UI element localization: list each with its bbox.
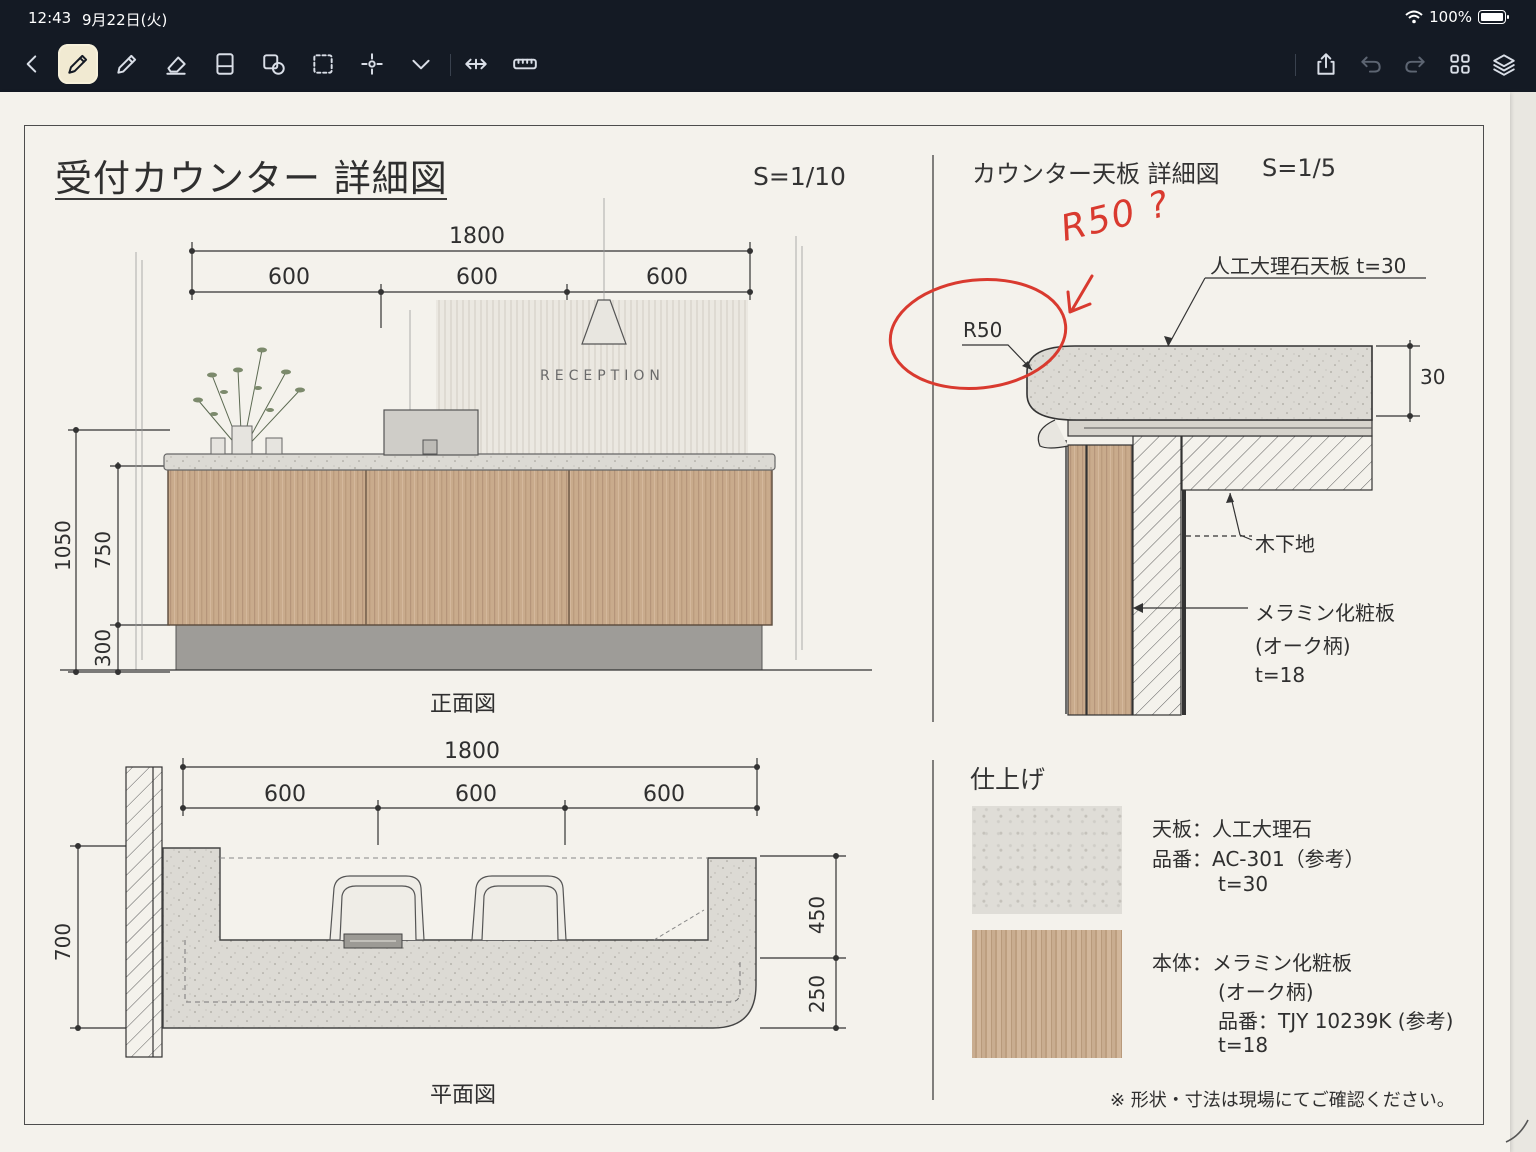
- melamine-label-1: メラミン化粧板: [1255, 601, 1395, 625]
- top-material-label: 人工大理石天板 t=30: [1210, 254, 1407, 278]
- front-dim-height-base: 300: [91, 628, 115, 668]
- finish-body-line3: 品番：TJY 10239K (参考): [1218, 1009, 1454, 1033]
- plan-dim-depth: 700: [51, 922, 75, 962]
- marble-swatch: [972, 806, 1122, 914]
- finish-heading: 仕上げ: [970, 765, 1046, 794]
- front-dim-seg1: 600: [268, 265, 310, 290]
- plan-dim-total: 1800: [444, 739, 500, 764]
- oak-swatch: [972, 930, 1122, 1058]
- radius-label: R50: [963, 318, 1003, 342]
- finish-body-line4: t=18: [1218, 1033, 1269, 1057]
- front-dim-height-total: 1050: [51, 520, 75, 571]
- plan-dim-seg2: 600: [455, 782, 497, 807]
- plan-view-label: 平面図: [430, 1083, 497, 1108]
- site-confirm-note: ※ 形状・寸法は現場にてご確認ください。: [1110, 1090, 1455, 1111]
- plan-dim-d1: 450: [805, 895, 829, 935]
- plan-dim-seg1: 600: [264, 782, 306, 807]
- wood-base-label: 木下地: [1255, 532, 1315, 556]
- front-dim-total: 1800: [449, 224, 505, 249]
- finish-top-line1: 天板：人工大理石: [1152, 817, 1312, 841]
- melamine-label-3: t=18: [1255, 663, 1306, 687]
- melamine-label-2: (オーク柄): [1255, 634, 1351, 658]
- finish-top-line2: 品番：AC-301（参考）: [1152, 847, 1365, 871]
- top-thickness-label: 30: [1420, 365, 1446, 389]
- finish-body-line2: (オーク柄): [1218, 980, 1314, 1004]
- detail-title: カウンター天板 詳細図: [972, 160, 1220, 188]
- main-scale: S=1/10: [753, 162, 846, 191]
- plan-dim-d2: 250: [805, 974, 829, 1014]
- title-underline: [55, 198, 447, 200]
- plan-dim-seg3: 600: [643, 782, 685, 807]
- front-dim-seg2: 600: [456, 265, 498, 290]
- front-dim-height-top: 750: [91, 530, 115, 570]
- front-dim-seg3: 600: [646, 265, 688, 290]
- front-view-label: 正面図: [430, 692, 497, 717]
- finish-top-line3: t=30: [1218, 872, 1269, 896]
- reception-sign: RECEPTION: [540, 368, 665, 384]
- drawing-title: 受付カウンター 詳細図: [55, 157, 448, 200]
- finish-body-line1: 本体：メラミン化粧板: [1152, 951, 1352, 975]
- detail-scale: S=1/5: [1262, 154, 1336, 182]
